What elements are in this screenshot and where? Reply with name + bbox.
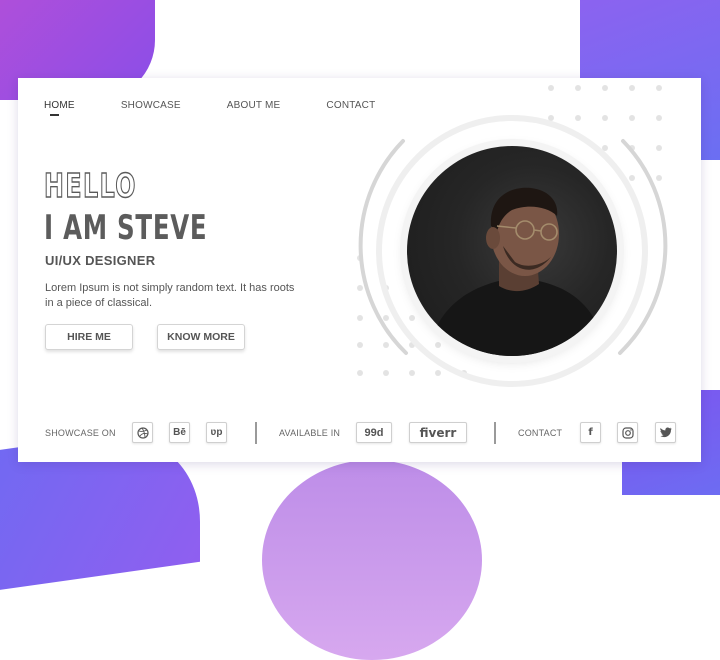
showcase-on-label: SHOWCASE ON (45, 428, 116, 438)
upwork-icon[interactable]: ʋp (206, 422, 227, 443)
instagram-glyph (621, 426, 634, 439)
twitter-glyph (659, 427, 671, 438)
background-blob-bottom-center (262, 460, 482, 660)
nav-about-me[interactable]: ABOUT ME (227, 100, 281, 111)
hero-description: Lorem Ipsum is not simply random text. I… (45, 282, 295, 309)
facebook-icon[interactable]: f (580, 422, 601, 443)
footer-divider (255, 422, 257, 444)
footer-divider (494, 422, 496, 444)
nav-home[interactable]: HOME (44, 100, 75, 116)
profile-photo (407, 146, 617, 356)
fiverr-badge[interactable]: fiverr (409, 422, 467, 443)
nav-showcase[interactable]: SHOWCASE (121, 100, 181, 111)
behance-icon[interactable]: Bē (169, 422, 190, 443)
hire-me-button[interactable]: HIRE ME (45, 324, 133, 350)
know-more-button[interactable]: KNOW MORE (157, 324, 245, 350)
twitter-icon[interactable] (655, 422, 676, 443)
profile-photo-illustration (427, 187, 607, 356)
portfolio-card: HOME SHOWCASE ABOUT ME CONTACT HELLO I A… (18, 78, 701, 462)
hero-name: I AM STEVE (44, 208, 208, 248)
dribbble-icon[interactable] (132, 422, 153, 443)
profile-artwork (348, 83, 698, 393)
ninety-nine-designs-badge[interactable]: 99d (356, 422, 392, 443)
contact-label: CONTACT (518, 428, 563, 438)
instagram-icon[interactable] (617, 422, 638, 443)
hero-greeting: HELLO (43, 165, 137, 205)
footer-bar: SHOWCASE ON Bē ʋp AVAILABLE IN 99d fiver… (18, 418, 701, 448)
hero-role: UI/UX DESIGNER (45, 253, 156, 268)
dribbble-glyph (136, 426, 149, 439)
available-in-label: AVAILABLE IN (279, 428, 341, 438)
